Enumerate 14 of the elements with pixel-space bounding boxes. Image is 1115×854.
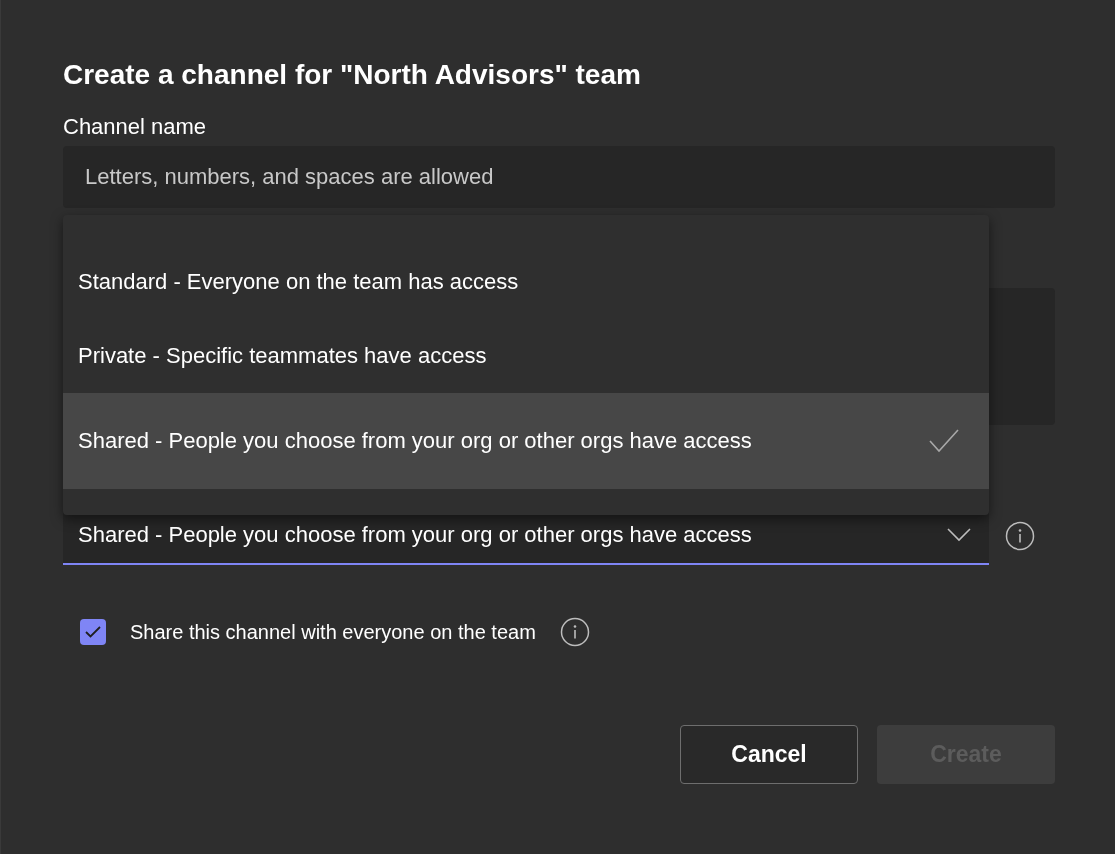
info-icon[interactable] xyxy=(559,617,590,647)
checkbox[interactable] xyxy=(80,619,106,645)
info-icon[interactable] xyxy=(1005,521,1035,551)
check-icon xyxy=(85,626,101,638)
checkbox-label: Share this channel with everyone on the team xyxy=(130,620,536,645)
dropdown-option[interactable]: Standard - Everyone on the team has access xyxy=(63,245,989,319)
action-button[interactable]: Cancel xyxy=(680,725,858,784)
dropdown-option[interactable]: Shared - People you choose from your org or other orgs have access xyxy=(63,393,989,489)
check-icon xyxy=(929,429,959,453)
channel-name-field[interactable]: Letters, numbers, and spaces are allowed xyxy=(63,146,1055,208)
chevron-down-icon xyxy=(947,528,971,542)
dropdown-option[interactable]: Private - Specific teammates have access xyxy=(63,319,989,393)
field-label: Channel name xyxy=(63,113,208,141)
dialog-title: Create a channel for "North Advisors" team xyxy=(63,58,642,92)
